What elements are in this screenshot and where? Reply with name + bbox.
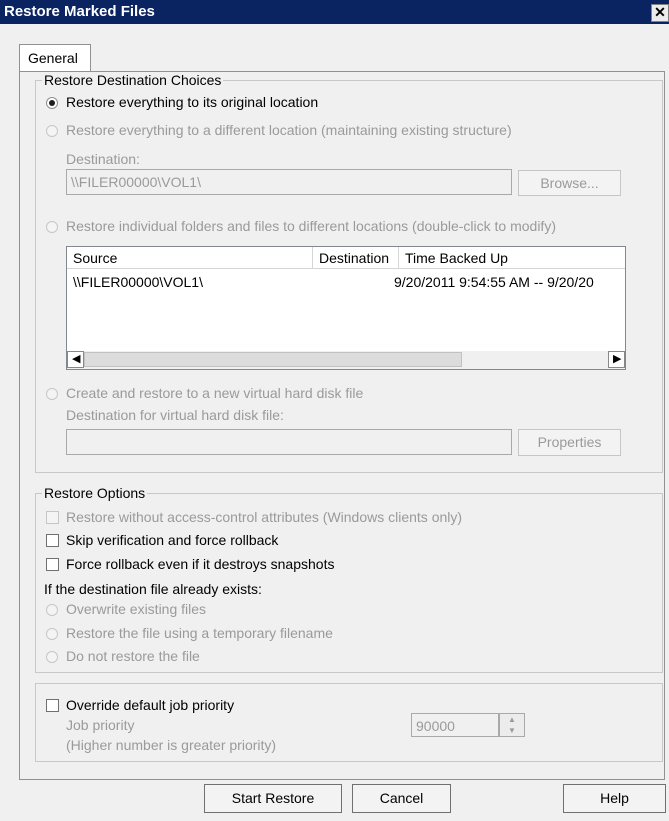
radio-temporary-filename-label: Restore the file using a temporary filen… [66, 625, 333, 641]
radio-original-location[interactable] [46, 97, 58, 109]
vhd-destination-field[interactable] [66, 429, 512, 455]
job-priority-label: Job priority [66, 717, 135, 733]
column-header-source[interactable]: Source [67, 247, 313, 269]
destination-field-value: \\FILER00000\VOL1\ [71, 174, 201, 190]
window-title: Restore Marked Files [4, 3, 155, 20]
spin-down-icon[interactable]: ▼ [500, 725, 524, 736]
checkbox-no-acl-label: Restore without access-control attribute… [66, 509, 463, 525]
horizontal-scrollbar[interactable]: ◀ ▶ [67, 351, 625, 369]
destination-label: Destination: [66, 151, 140, 167]
radio-different-location-label: Restore everything to a different locati… [66, 122, 512, 138]
file-exists-label: If the destination file already exists: [44, 581, 262, 597]
restore-options-legend: Restore Options [42, 485, 148, 501]
checkbox-override-priority[interactable] [46, 699, 59, 712]
column-header-destination[interactable]: Destination [313, 247, 399, 269]
help-button[interactable]: Help [563, 784, 666, 813]
column-source-label: Source [73, 250, 118, 266]
radio-virtual-hard-disk-label: Create and restore to a new virtual hard… [66, 385, 364, 401]
tab-general-label: General [28, 50, 78, 66]
radio-temporary-filename[interactable] [46, 628, 58, 640]
checkbox-force-rollback-label: Force rollback even if it destroys snaps… [66, 556, 335, 572]
radio-do-not-restore-label: Do not restore the file [66, 648, 200, 664]
tab-general[interactable]: General [19, 44, 91, 72]
radio-different-location[interactable] [46, 125, 58, 137]
checkbox-no-acl[interactable] [46, 511, 59, 524]
properties-button[interactable]: Properties [518, 429, 621, 456]
radio-overwrite[interactable] [46, 604, 58, 616]
job-priority-spinner[interactable]: 90000 ▲ ▼ [411, 713, 525, 737]
column-destination-label: Destination [319, 250, 390, 266]
vhd-destination-label: Destination for virtual hard disk file: [66, 407, 284, 423]
column-header-time-backed-up[interactable]: Time Backed Up [399, 247, 625, 269]
checkbox-force-rollback[interactable] [46, 558, 59, 571]
spin-up-icon[interactable]: ▲ [500, 714, 524, 725]
job-priority-hint: (Higher number is greater priority) [66, 737, 277, 753]
browse-button[interactable]: Browse... [518, 170, 621, 196]
cell-source: \\FILER00000\VOL1\ [73, 274, 203, 290]
title-bar: Restore Marked Files ✕ [0, 0, 669, 24]
destination-group-legend: Restore Destination Choices [42, 72, 224, 88]
radio-original-location-label: Restore everything to its original locat… [66, 94, 319, 110]
cancel-button[interactable]: Cancel [352, 784, 451, 813]
cell-time-backed-up: 9/20/2011 9:54:55 AM -- 9/20/20 [394, 274, 594, 290]
radio-individual-locations-label: Restore individual folders and files to … [66, 218, 556, 234]
restore-items-table[interactable]: Source Destination Time Backed Up \\FILE… [66, 246, 626, 370]
job-priority-value: 90000 [416, 718, 455, 734]
radio-do-not-restore[interactable] [46, 651, 58, 663]
scroll-left-icon[interactable]: ◀ [67, 351, 84, 368]
radio-individual-locations[interactable] [46, 221, 58, 233]
close-icon[interactable]: ✕ [651, 4, 669, 22]
column-time-label: Time Backed Up [405, 250, 508, 266]
checkbox-skip-verification-label: Skip verification and force rollback [66, 532, 279, 548]
radio-virtual-hard-disk[interactable] [46, 388, 58, 400]
restore-dialog: Restore Marked Files ✕ General Restore D… [0, 0, 669, 821]
radio-overwrite-label: Overwrite existing files [66, 601, 207, 617]
start-restore-button[interactable]: Start Restore [204, 784, 342, 813]
job-priority-value-field[interactable]: 90000 [411, 713, 499, 737]
scroll-thumb[interactable] [84, 352, 462, 367]
scroll-right-icon[interactable]: ▶ [608, 351, 625, 368]
destination-field[interactable]: \\FILER00000\VOL1\ [66, 169, 512, 195]
checkbox-override-priority-label: Override default job priority [66, 697, 235, 713]
spinner-buttons: ▲ ▼ [499, 713, 525, 737]
checkbox-skip-verification[interactable] [46, 534, 59, 547]
